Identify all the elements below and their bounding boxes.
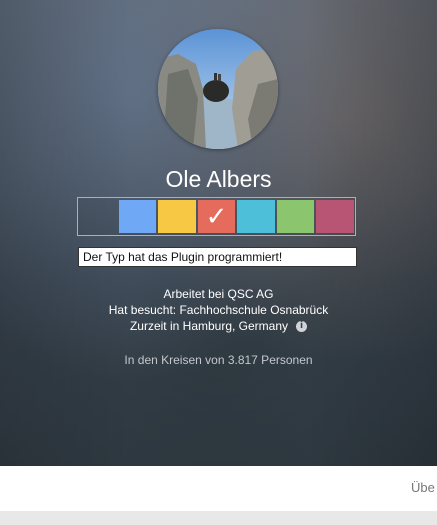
studied-at-text: Hat besucht: Fachhochschule Osnabrück <box>108 303 329 317</box>
footer-bar: Übe <box>0 466 437 511</box>
info-icon[interactable]: i <box>296 321 308 333</box>
lives-in-text: Zurzeit in Hamburg, Germany <box>129 319 289 333</box>
lives-in-row: Zurzeit in Hamburg, Germany i <box>0 319 437 333</box>
circles-count-text: In den Kreisen von 3.817 Personen <box>124 353 313 367</box>
color-swatch[interactable] <box>237 200 275 233</box>
color-swatch[interactable]: ✓ <box>197 200 236 233</box>
color-swatch[interactable] <box>158 200 196 233</box>
circle-color-picker: ✓ <box>77 197 356 236</box>
color-swatch[interactable] <box>118 200 157 233</box>
color-swatch[interactable] <box>79 200 117 233</box>
color-swatch[interactable] <box>276 200 315 233</box>
profile-name: Ole Albers <box>165 166 272 192</box>
works-at-text: Arbeitet bei QSC AG <box>163 287 274 301</box>
footer-link[interactable]: Übe <box>411 480 437 495</box>
avatar[interactable] <box>158 29 278 149</box>
checkmark-icon: ✓ <box>205 201 228 231</box>
bottom-strip <box>0 511 437 525</box>
note-input[interactable] <box>78 247 357 267</box>
color-swatch[interactable] <box>316 200 355 233</box>
avatar-photo <box>158 29 278 149</box>
